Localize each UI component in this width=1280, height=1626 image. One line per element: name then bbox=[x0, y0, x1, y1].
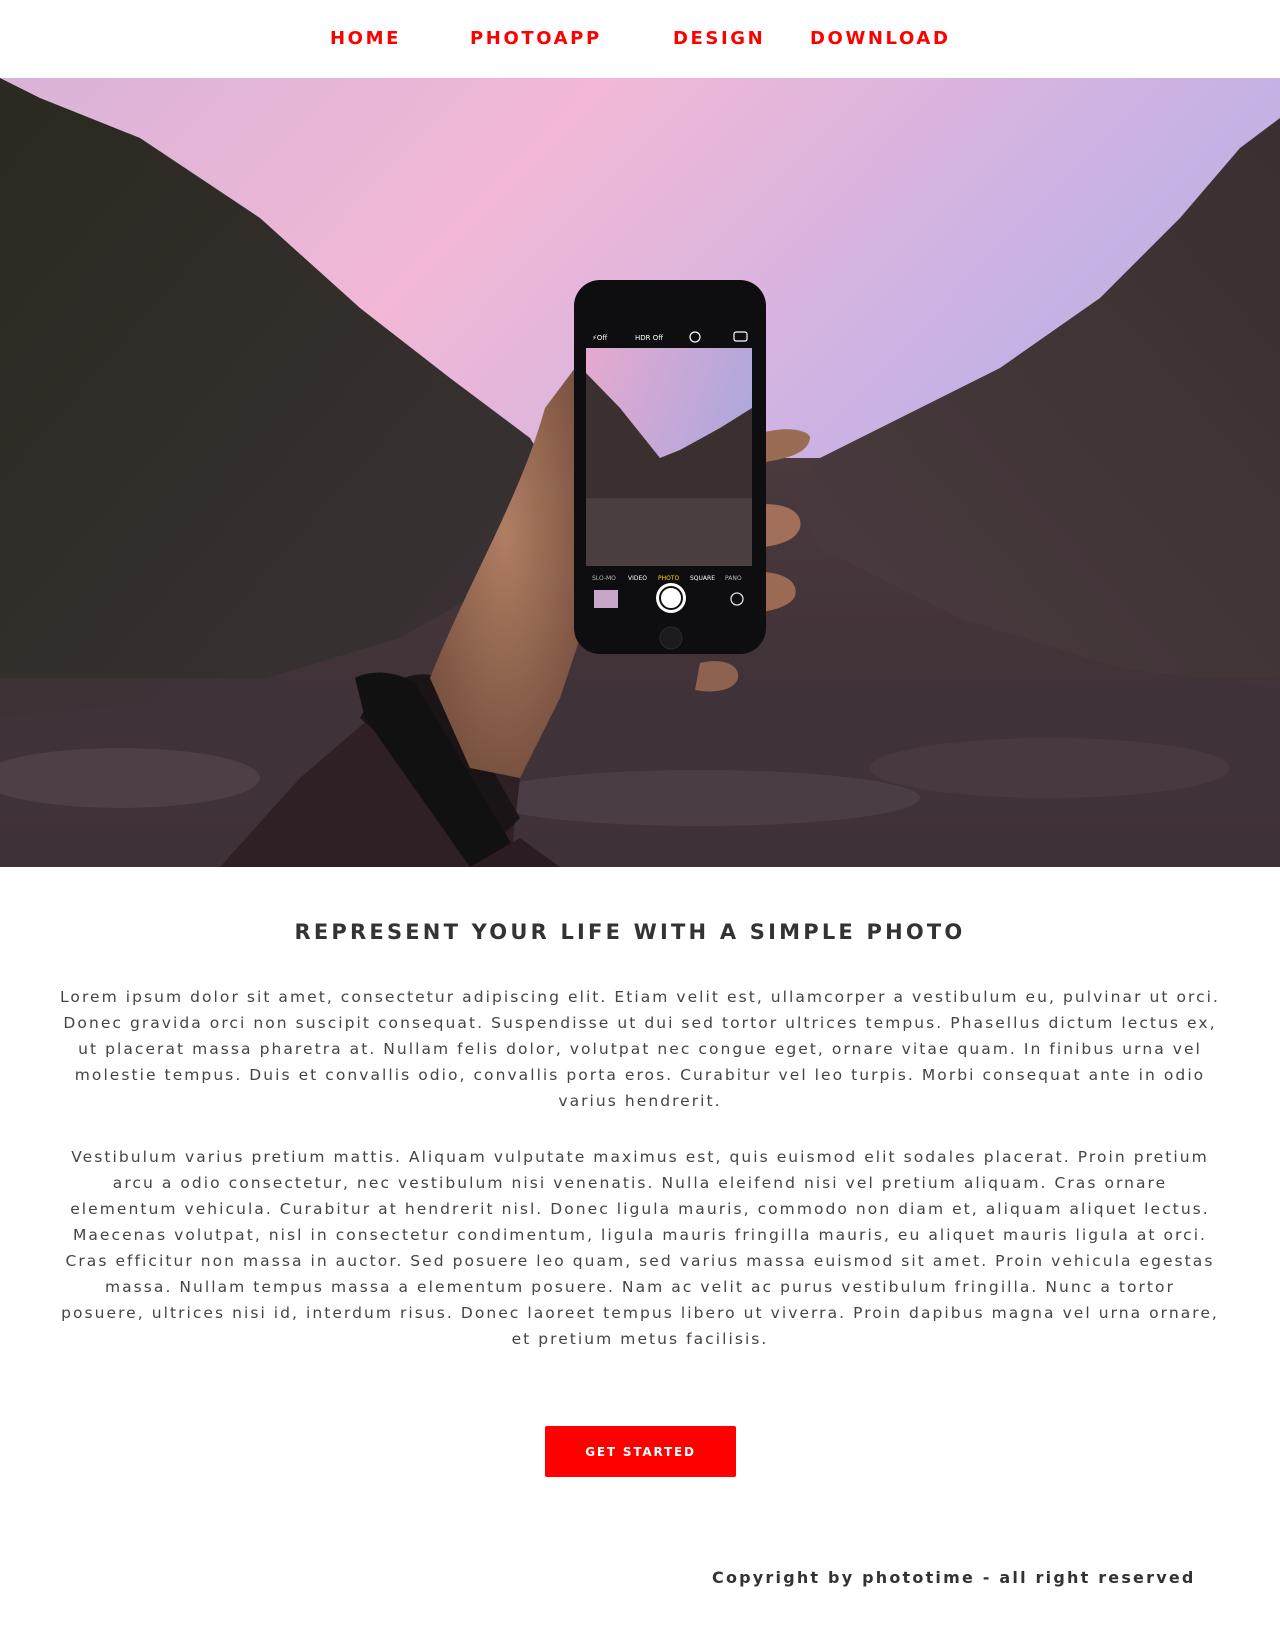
phone-hdr-label: HDR Off bbox=[635, 334, 663, 342]
nav-design[interactable]: DESIGN bbox=[673, 28, 765, 50]
main-nav: HOME PHOTOAPP DESIGN DOWNLOAD bbox=[0, 0, 1280, 78]
phone-flash-label: ⚡Off bbox=[592, 334, 607, 342]
intro-paragraph-2: Vestibulum varius pretium mattis. Aliqua… bbox=[61, 1148, 1219, 1348]
nav-photoapp[interactable]: PHOTOAPP bbox=[470, 28, 602, 50]
intro-paragraph-1: Lorem ipsum dolor sit amet, consectetur … bbox=[60, 988, 1220, 1110]
phone-mode-square: SQUARE bbox=[690, 575, 715, 582]
phone-mode-slomo: SLO-MO bbox=[592, 575, 616, 582]
nav-download[interactable]: DOWNLOAD bbox=[810, 28, 950, 50]
page-headline: REPRESENT YOUR LIFE WITH A SIMPLE PHOTO bbox=[294, 920, 966, 944]
footer-copyright: Copyright by phototime - all right reser… bbox=[712, 1568, 1196, 1587]
phone-mode-photo: PHOTO bbox=[658, 575, 680, 582]
headline-container: REPRESENT YOUR LIFE WITH A SIMPLE PHOTO bbox=[0, 918, 1280, 946]
phone-mode-video: VIDEO bbox=[628, 575, 647, 582]
hero-image: ⚡Off HDR Off SLO-MO VIDEO PHOTO SQUARE P… bbox=[0, 78, 1280, 867]
phone-mode-pano: PANO bbox=[725, 575, 742, 582]
nav-home[interactable]: HOME bbox=[330, 28, 401, 50]
hero-photo: ⚡Off HDR Off SLO-MO VIDEO PHOTO SQUARE P… bbox=[0, 78, 1280, 867]
get-started-button[interactable]: GET STARTED bbox=[545, 1426, 736, 1477]
